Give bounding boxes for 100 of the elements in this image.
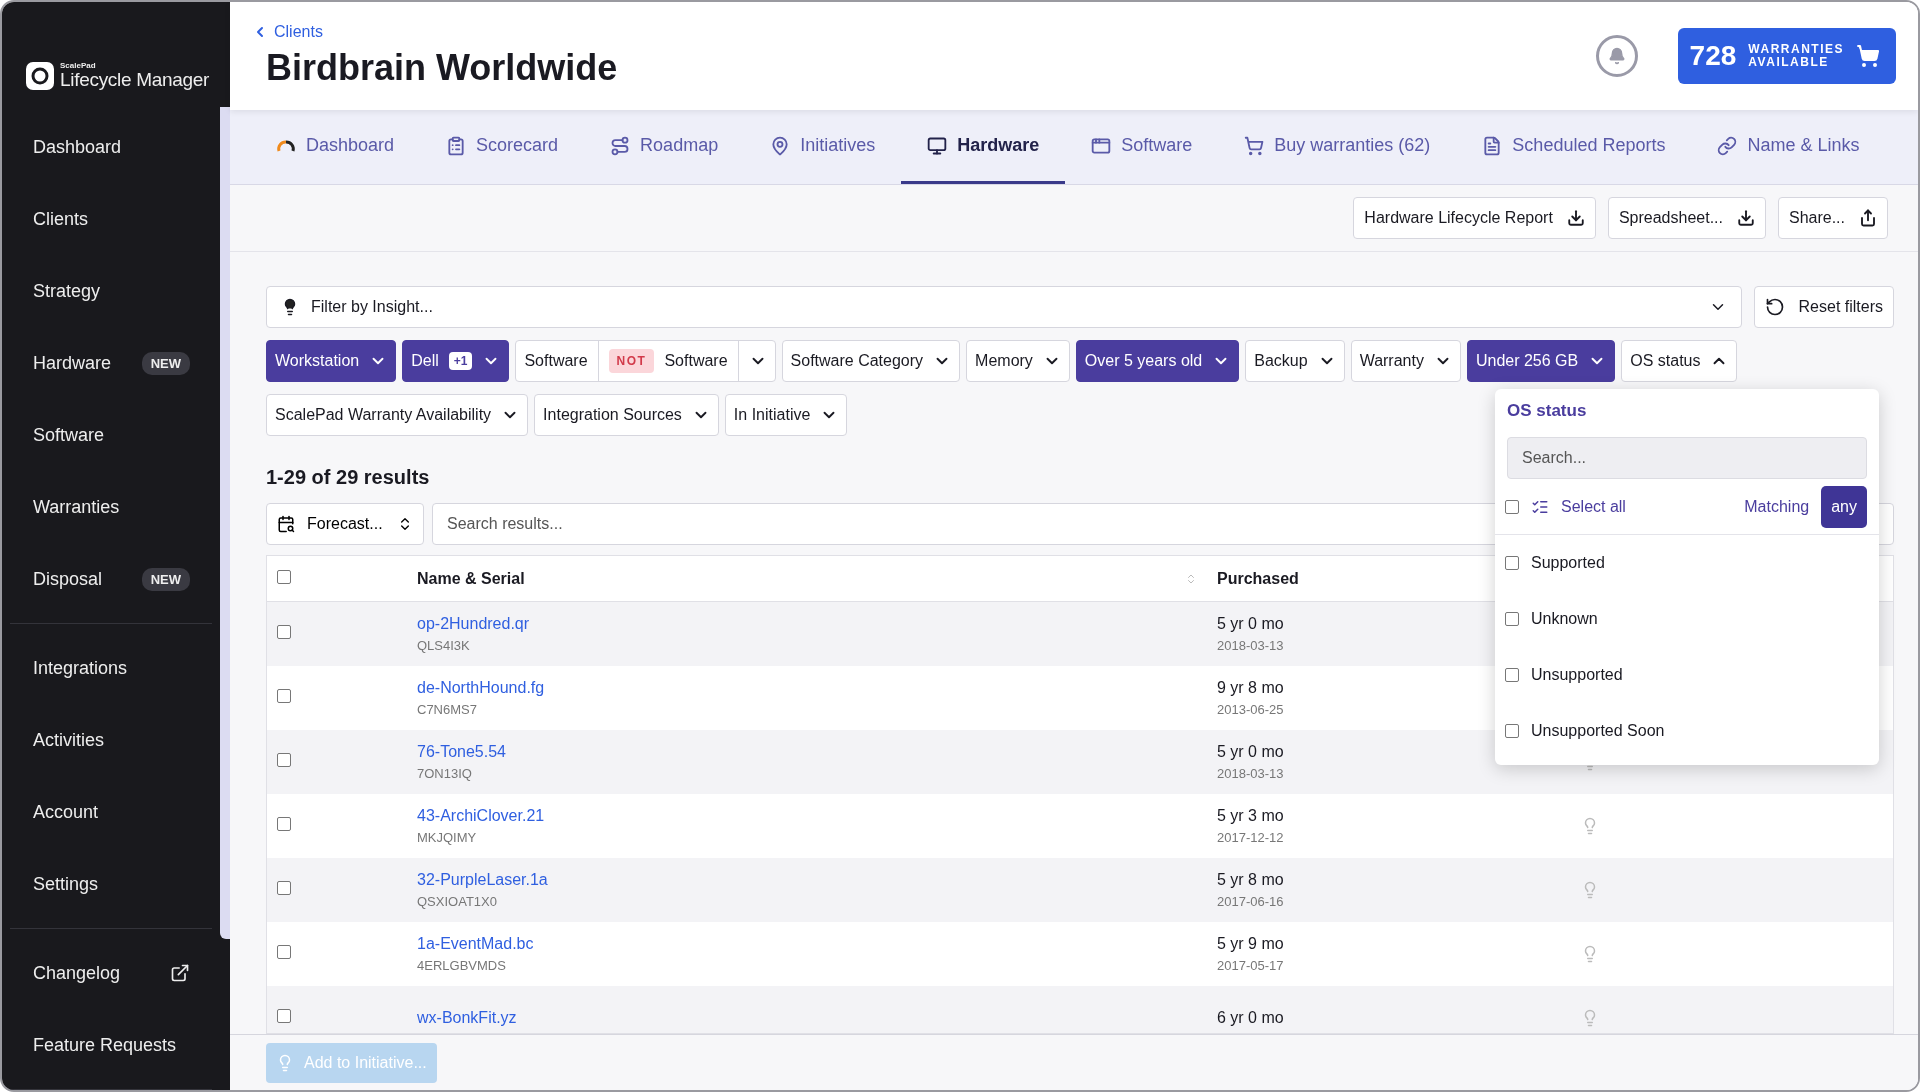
tab[interactable]: Roadmap (584, 110, 745, 184)
device-age: 9 yr 8 mo (1217, 679, 1284, 697)
notifications-button[interactable] (1595, 35, 1638, 77)
tab[interactable]: Name & Links (1691, 110, 1886, 184)
insight-filter-dropdown[interactable]: Filter by Insight... (266, 286, 1742, 328)
reset-filters-button[interactable]: Reset filters (1753, 286, 1894, 328)
filter-chip[interactable]: Warranty (1350, 340, 1461, 382)
checkbox[interactable] (277, 689, 291, 703)
tab[interactable]: Scheduled Reports (1456, 110, 1692, 184)
filter-chip[interactable]: Backup (1245, 340, 1345, 382)
filter-chip[interactable]: Software Category (781, 340, 961, 382)
checkbox[interactable] (277, 881, 291, 895)
purchase-date: 2013-06-25 (1217, 702, 1284, 717)
tab[interactable]: Hardware (901, 110, 1066, 184)
nav-item[interactable]: Clients (10, 183, 212, 255)
device-link[interactable]: 76-Tone5.54 (417, 743, 506, 761)
pin-icon (770, 135, 791, 156)
nav-item[interactable]: Changelog (10, 937, 212, 1009)
device-link[interactable]: wx-BonkFit.yz (417, 1009, 517, 1027)
device-link[interactable]: 32-PurpleLaser.1a (417, 871, 548, 889)
page-title: Birdbrain Worldwide (266, 47, 618, 89)
device-link[interactable]: op-2Hundred.qr (417, 615, 530, 633)
insight-placeholder: Filter by Insight... (311, 298, 434, 316)
action-button[interactable]: Share... (1777, 197, 1888, 239)
device-link[interactable]: 43-ArchiClover.21 (417, 807, 545, 825)
checkbox[interactable] (277, 625, 291, 639)
serial-number: 4ERLGBVMDS (417, 958, 506, 973)
option-label: Unsupported (1531, 666, 1623, 684)
logo-icon (26, 61, 54, 90)
serial-number: C7N6MS7 (417, 702, 477, 717)
nav-item[interactable]: Activities (10, 704, 212, 776)
checkbox[interactable] (1505, 668, 1519, 682)
checkbox[interactable] (1505, 724, 1519, 738)
nav-item[interactable]: Dashboard (10, 111, 212, 183)
device-link[interactable]: 1a-EventMad.bc (417, 935, 534, 953)
serial-number: QLS4I3K (417, 638, 470, 653)
breadcrumb-link[interactable]: Clients (252, 23, 618, 41)
device-link[interactable]: de-NorthHound.fg (417, 679, 545, 697)
search-field[interactable]: Search... (1507, 437, 1867, 479)
nav-label: Disposal (33, 568, 103, 590)
external-link-icon (170, 963, 190, 983)
scrollbar[interactable] (220, 107, 230, 939)
device-age: 6 yr 0 mo (1217, 1009, 1284, 1027)
option-label: Unsupported Soon (1531, 722, 1665, 740)
filter-chip[interactable]: Dell +1 (402, 340, 510, 382)
tab[interactable]: Scorecard (420, 110, 585, 184)
tab[interactable]: Initiatives (744, 110, 902, 184)
filter-chip[interactable]: Workstation (266, 340, 397, 382)
reset-icon (1764, 297, 1785, 317)
action-button[interactable]: Spreadsheet... (1607, 197, 1766, 239)
checkbox[interactable] (277, 753, 291, 767)
matching-toggle[interactable]: any (1821, 485, 1867, 528)
download-icon (1566, 209, 1585, 227)
nav-item[interactable]: Warranties (10, 471, 212, 543)
window-icon (1091, 135, 1112, 156)
calendar-icon (277, 515, 295, 533)
checkbox[interactable] (277, 569, 291, 584)
device-age: 5 yr 8 mo (1217, 871, 1284, 889)
action-button[interactable]: Hardware Lifecycle Report (1353, 197, 1596, 239)
serial-number: QSXIOAT1X0 (417, 894, 497, 909)
filter-chip[interactable]: OS status (1621, 340, 1738, 382)
filter-chip[interactable]: Integration Sources (534, 394, 719, 436)
checkbox[interactable] (277, 817, 291, 831)
nav-item[interactable]: Feature Requests (10, 1009, 212, 1081)
checkbox[interactable] (277, 1009, 291, 1023)
nav-label: Dashboard (33, 136, 122, 158)
filter-chip[interactable]: Memory (966, 340, 1070, 382)
nav-label: Hardware (33, 352, 112, 374)
nav-item[interactable]: Disposal NEW (10, 543, 212, 615)
checkbox[interactable] (1505, 556, 1519, 570)
nav-item[interactable]: Strategy (10, 255, 212, 327)
filter-chip[interactable]: In Initiative (724, 394, 848, 436)
nav-item[interactable]: Account (10, 776, 212, 848)
purchase-date: 2018-03-13 (1217, 638, 1284, 653)
filter-chip[interactable]: Under 256 GB (1466, 340, 1616, 382)
tab[interactable]: Dashboard (250, 110, 421, 184)
filter-chip[interactable]: Software NOT Software (515, 340, 776, 382)
serial-number: MKJQIMY (417, 830, 477, 845)
cart-icon (1856, 44, 1880, 68)
filter-chip[interactable]: Over 5 years old (1075, 340, 1240, 382)
tab[interactable]: Software (1065, 110, 1219, 184)
nav-item[interactable]: Integrations (10, 632, 212, 704)
forecast-select[interactable]: Forecast... (266, 503, 424, 545)
filter-chip[interactable]: ScalePad Warranty Availability (266, 394, 529, 436)
device-age: 5 yr 0 mo (1217, 615, 1284, 633)
nav-label: Activities (33, 729, 104, 751)
nav-item[interactable]: Settings (10, 848, 212, 920)
option-label: Supported (1531, 554, 1605, 572)
nav-item[interactable]: Hardware NEW (10, 327, 212, 399)
checkbox[interactable] (277, 945, 291, 959)
nav-label: Clients (33, 208, 89, 230)
route-icon (610, 135, 631, 156)
nav-item[interactable]: Software (10, 399, 212, 471)
count-badge: +1 (448, 352, 473, 370)
nav-label: Strategy (33, 280, 101, 302)
checkbox[interactable] (1505, 499, 1519, 514)
column-header[interactable]: Name & Serial (417, 569, 525, 588)
nav-label: Account (33, 801, 99, 823)
checkbox[interactable] (1505, 612, 1519, 626)
tab[interactable]: Buy warranties (62) (1218, 110, 1457, 184)
